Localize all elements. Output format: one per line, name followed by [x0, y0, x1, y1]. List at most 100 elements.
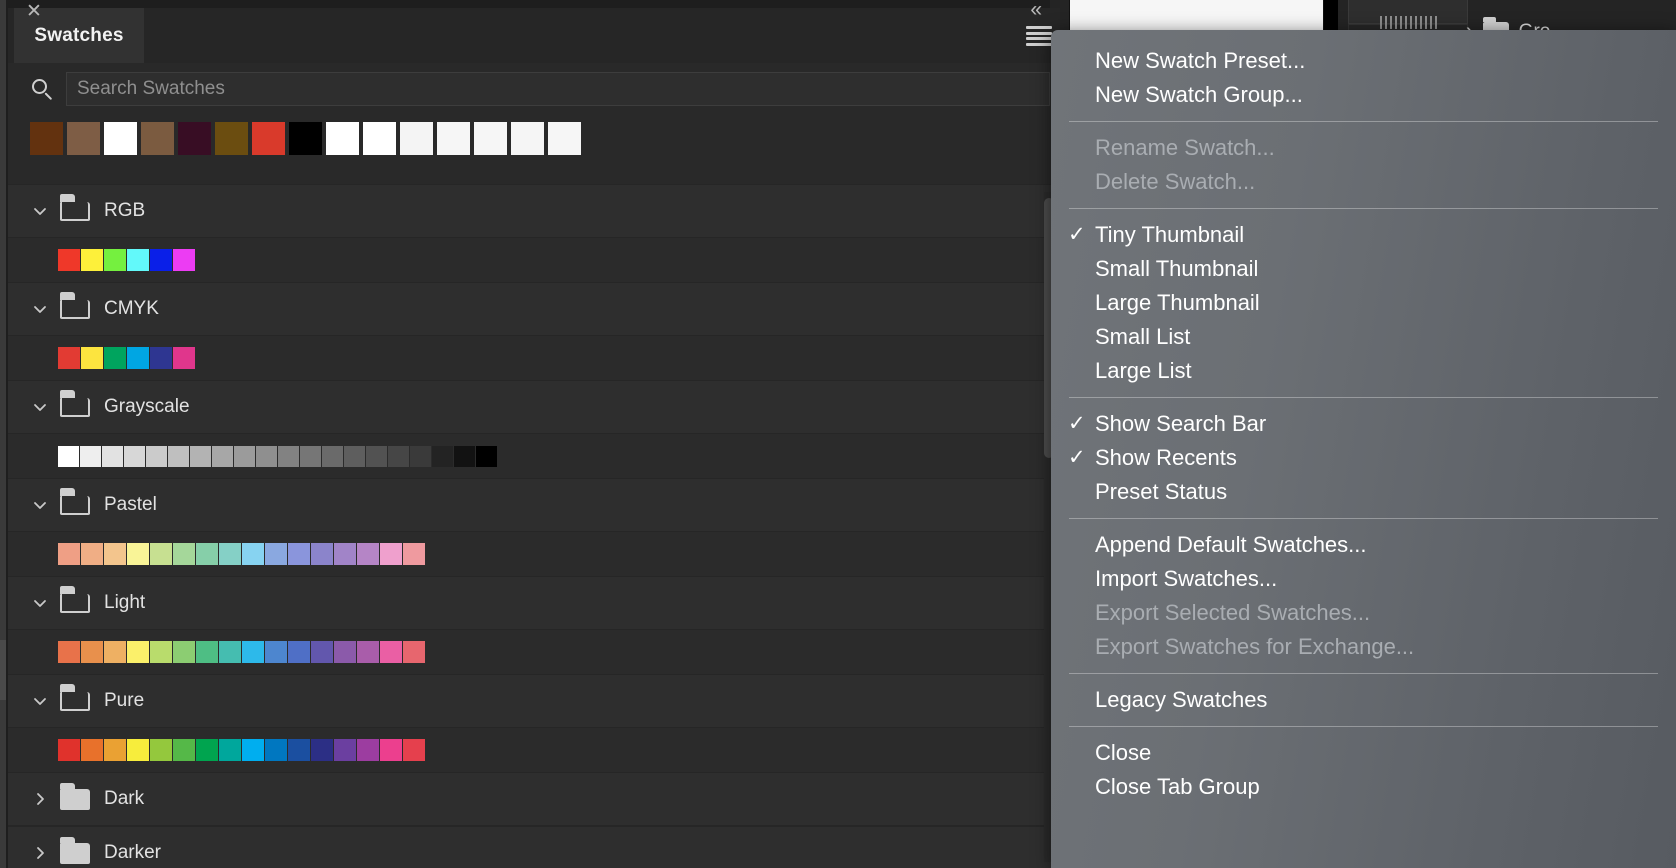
color-swatch[interactable] — [124, 445, 145, 467]
color-swatch[interactable] — [300, 445, 321, 467]
menu-item[interactable]: Append Default Swatches... — [1051, 528, 1676, 562]
recent-swatch[interactable] — [141, 121, 174, 155]
recent-swatch[interactable] — [30, 121, 63, 155]
menu-item[interactable]: Legacy Swatches — [1051, 683, 1676, 717]
color-swatch[interactable] — [219, 543, 241, 565]
menu-item[interactable]: Small Thumbnail — [1051, 252, 1676, 286]
recent-swatch[interactable] — [289, 121, 322, 155]
color-swatch[interactable] — [80, 445, 101, 467]
menu-item[interactable]: ✓ Show Search Bar — [1051, 407, 1676, 441]
color-swatch[interactable] — [334, 739, 356, 761]
chevron-right-icon[interactable] — [32, 845, 54, 861]
color-swatch[interactable] — [104, 347, 126, 369]
color-swatch[interactable] — [173, 347, 195, 369]
color-swatch[interactable] — [454, 445, 475, 467]
color-swatch[interactable] — [278, 445, 299, 467]
swatch-group-header[interactable]: Pastel — [8, 478, 1060, 532]
color-swatch[interactable] — [311, 543, 333, 565]
color-swatch[interactable] — [476, 445, 497, 467]
color-swatch[interactable] — [357, 739, 379, 761]
chevron-down-icon[interactable] — [32, 497, 54, 513]
chevron-down-icon[interactable] — [32, 693, 54, 709]
color-swatch[interactable] — [265, 641, 287, 663]
chevron-down-icon[interactable] — [32, 595, 54, 611]
color-swatch[interactable] — [58, 445, 79, 467]
color-swatch[interactable] — [242, 641, 264, 663]
color-swatch[interactable] — [219, 641, 241, 663]
color-swatch[interactable] — [150, 739, 172, 761]
chevron-down-icon[interactable] — [32, 301, 54, 317]
color-swatch[interactable] — [322, 445, 343, 467]
color-swatch[interactable] — [104, 249, 126, 271]
menu-item[interactable]: New Swatch Group... — [1051, 78, 1676, 112]
menu-item[interactable]: Preset Status — [1051, 475, 1676, 509]
recent-swatch[interactable] — [437, 121, 470, 155]
color-swatch[interactable] — [127, 347, 149, 369]
search-input[interactable] — [66, 72, 1050, 106]
color-swatch[interactable] — [403, 543, 425, 565]
menu-item[interactable]: Import Swatches... — [1051, 562, 1676, 596]
color-swatch[interactable] — [150, 543, 172, 565]
color-swatch[interactable] — [127, 543, 149, 565]
color-swatch[interactable] — [410, 445, 431, 467]
color-swatch[interactable] — [380, 543, 402, 565]
swatch-group-header[interactable]: Pure — [8, 674, 1060, 728]
color-swatch[interactable] — [357, 641, 379, 663]
color-swatch[interactable] — [288, 739, 310, 761]
color-swatch[interactable] — [81, 739, 103, 761]
color-swatch[interactable] — [196, 543, 218, 565]
close-icon[interactable]: ✕ — [26, 0, 42, 23]
color-swatch[interactable] — [357, 543, 379, 565]
color-swatch[interactable] — [127, 249, 149, 271]
color-swatch[interactable] — [81, 543, 103, 565]
swatch-group-header[interactable]: Light — [8, 576, 1060, 630]
color-swatch[interactable] — [104, 739, 126, 761]
color-swatch[interactable] — [58, 641, 80, 663]
color-swatch[interactable] — [173, 249, 195, 271]
chevron-down-icon[interactable] — [32, 203, 54, 219]
swatch-group-header[interactable]: Darker — [8, 826, 1060, 868]
menu-item[interactable]: New Swatch Preset... — [1051, 44, 1676, 78]
recent-swatch[interactable] — [474, 121, 507, 155]
color-swatch[interactable] — [58, 249, 80, 271]
color-swatch[interactable] — [311, 641, 333, 663]
color-swatch[interactable] — [288, 543, 310, 565]
color-swatch[interactable] — [265, 739, 287, 761]
recent-swatch[interactable] — [326, 121, 359, 155]
swatch-group-header[interactable]: Grayscale — [8, 380, 1060, 434]
color-swatch[interactable] — [380, 739, 402, 761]
color-swatch[interactable] — [432, 445, 453, 467]
color-swatch[interactable] — [190, 445, 211, 467]
color-swatch[interactable] — [403, 739, 425, 761]
color-swatch[interactable] — [344, 445, 365, 467]
color-swatch[interactable] — [311, 739, 333, 761]
color-swatch[interactable] — [150, 249, 172, 271]
color-swatch[interactable] — [127, 739, 149, 761]
swatch-group-header[interactable]: RGB — [8, 184, 1060, 238]
color-swatch[interactable] — [219, 739, 241, 761]
color-swatch[interactable] — [256, 445, 277, 467]
menu-item[interactable]: Large Thumbnail — [1051, 286, 1676, 320]
color-swatch[interactable] — [334, 543, 356, 565]
color-swatch[interactable] — [403, 641, 425, 663]
color-swatch[interactable] — [58, 739, 80, 761]
menu-item[interactable]: Large List — [1051, 354, 1676, 388]
color-swatch[interactable] — [58, 347, 80, 369]
color-swatch[interactable] — [242, 739, 264, 761]
menu-item[interactable]: Close Tab Group — [1051, 770, 1676, 804]
chevron-down-icon[interactable] — [32, 399, 54, 415]
color-swatch[interactable] — [127, 641, 149, 663]
swatch-group-header[interactable]: Dark — [8, 772, 1060, 826]
panel-menu-button[interactable] — [1026, 26, 1052, 46]
color-swatch[interactable] — [104, 543, 126, 565]
recent-swatch[interactable] — [104, 121, 137, 155]
color-swatch[interactable] — [265, 543, 287, 565]
color-swatch[interactable] — [150, 641, 172, 663]
color-swatch[interactable] — [58, 543, 80, 565]
color-swatch[interactable] — [146, 445, 167, 467]
color-swatch[interactable] — [234, 445, 255, 467]
swatch-group-header[interactable]: CMYK — [8, 282, 1060, 336]
recent-swatch[interactable] — [252, 121, 285, 155]
recent-swatch[interactable] — [178, 121, 211, 155]
recent-swatch[interactable] — [400, 121, 433, 155]
